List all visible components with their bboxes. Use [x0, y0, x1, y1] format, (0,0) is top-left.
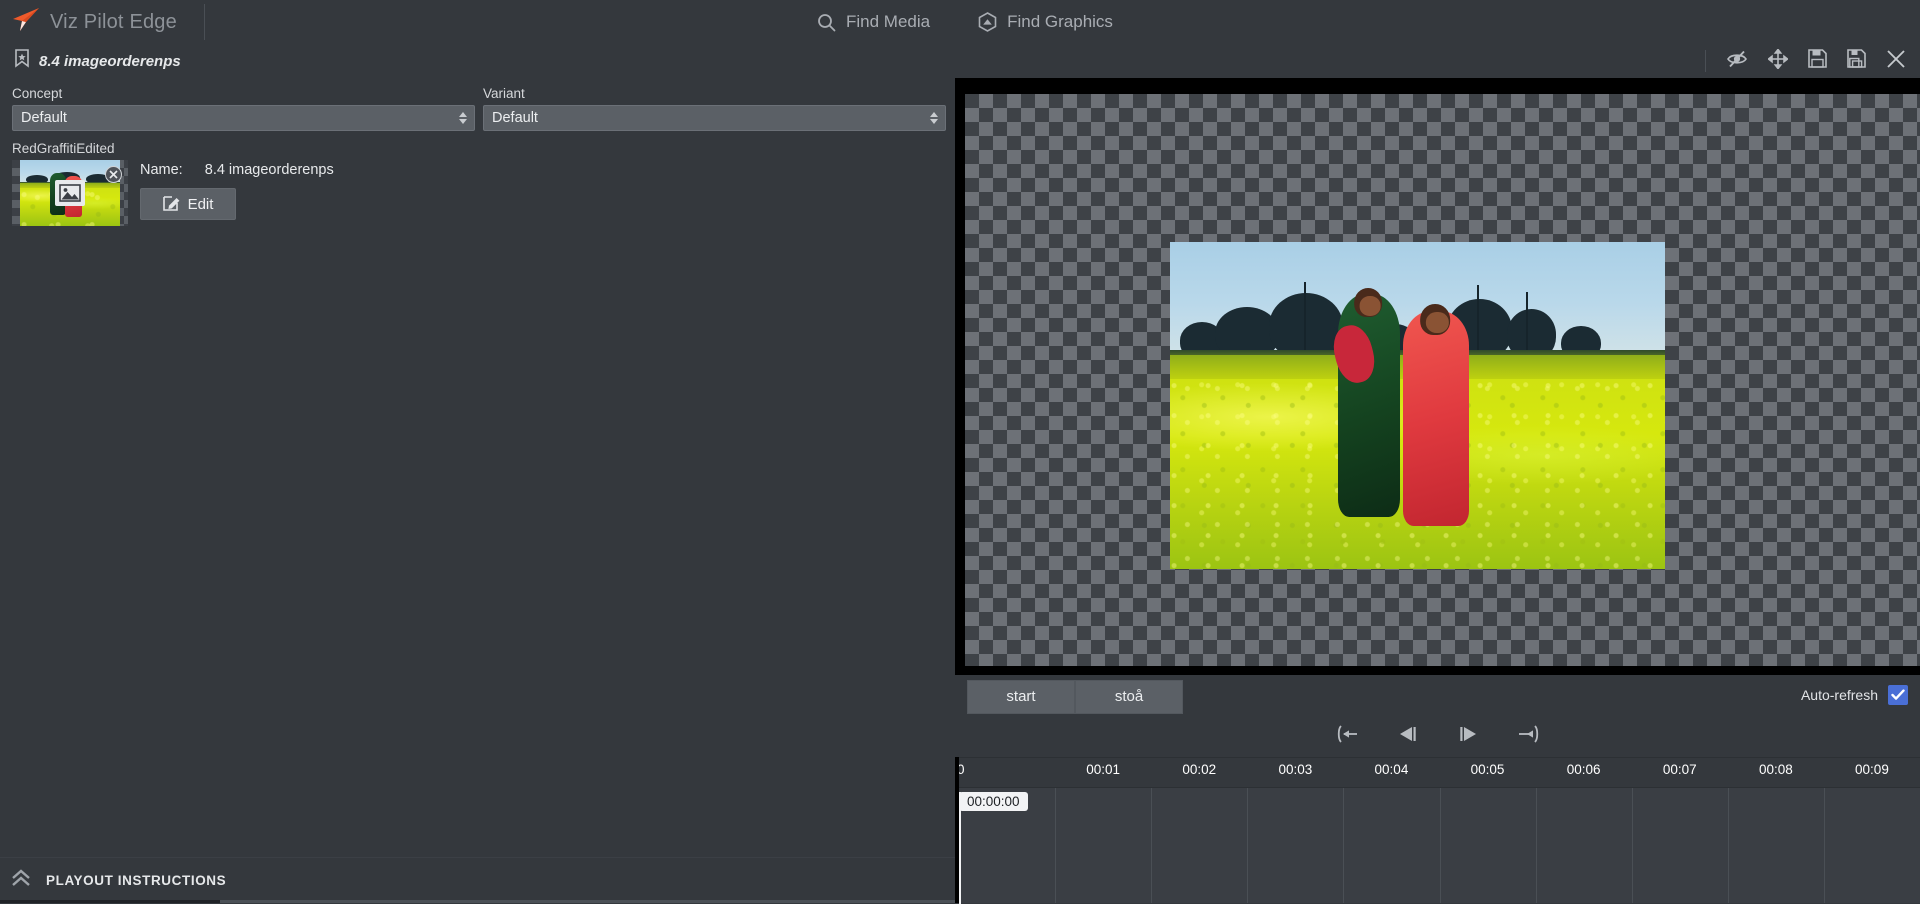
- concept-value: Default: [21, 110, 67, 126]
- bookmark-flag-icon: [14, 49, 30, 73]
- timeline-gridline: [1535, 788, 1537, 903]
- timeline-tick: 00:01: [1086, 762, 1121, 777]
- nav-find-graphics-label: Find Graphics: [1007, 12, 1113, 31]
- stop-button[interactable]: stoå: [1075, 679, 1183, 714]
- step-back-icon: [1397, 725, 1419, 748]
- step-backward-button[interactable]: [1397, 725, 1419, 748]
- timeline-gridline: [1055, 788, 1057, 903]
- edit-button-label: Edit: [187, 195, 214, 213]
- auto-refresh-checkbox[interactable]: [1888, 685, 1908, 705]
- timeline-left-edge: [955, 757, 959, 903]
- figure-red-saree: [1402, 310, 1470, 527]
- toolbar-divider: [1705, 50, 1706, 72]
- floppy-save-icon: [1808, 49, 1827, 73]
- concept-variant-row: Concept Default Variant Default: [0, 78, 955, 131]
- concept-select[interactable]: Default: [12, 105, 475, 131]
- close-button[interactable]: [1886, 49, 1906, 74]
- nav-items: Find Media Find Graphics: [817, 12, 1113, 32]
- jump-to-start-button[interactable]: [1335, 724, 1359, 748]
- media-name-line: Name: 8.4 imageorderenps: [140, 162, 334, 178]
- chevron-updown-icon: [459, 112, 467, 124]
- remove-media-button[interactable]: [105, 166, 122, 183]
- chevron-updown-icon: [930, 112, 938, 124]
- media-component-label: RedGraffitiEdited: [12, 141, 115, 156]
- start-button[interactable]: start: [967, 679, 1075, 714]
- document-bar: 8.4 imageorderenps: [0, 44, 1920, 78]
- playout-instructions-section[interactable]: PLAYOUT INSTRUCTIONS: [0, 857, 955, 903]
- app-title: Viz Pilot Edge: [50, 10, 177, 33]
- preview-image: [1170, 242, 1665, 569]
- variant-value: Default: [492, 110, 538, 126]
- jump-end-icon: [1517, 724, 1541, 748]
- paper-plane-icon: [10, 7, 40, 38]
- media-row: Name: 8.4 imageorderenps Edit: [12, 160, 955, 226]
- timeline-gridline: [1631, 788, 1633, 903]
- close-x-icon: [1886, 49, 1906, 74]
- app-brand[interactable]: Viz Pilot Edge: [0, 0, 200, 44]
- timeline-gridline: [1823, 788, 1825, 903]
- timeline-gridline: [1343, 788, 1345, 903]
- timeline-gridline: [1727, 788, 1729, 903]
- media-thumbnail-wrap[interactable]: [12, 160, 128, 226]
- floppy-save-as-icon: [1847, 49, 1866, 73]
- image-icon: [55, 180, 85, 206]
- jump-start-icon: [1335, 724, 1359, 748]
- pencil-edit-icon: [162, 193, 181, 215]
- auto-refresh-label: Auto-refresh: [1800, 687, 1878, 703]
- step-forward-icon: [1457, 725, 1479, 748]
- save-button[interactable]: [1808, 49, 1827, 73]
- hexagon-cube-icon: [978, 12, 997, 32]
- media-component: RedGraffitiEdited Name: 8.4 imageorderen…: [0, 131, 955, 226]
- variant-select[interactable]: Default: [483, 105, 946, 131]
- move-button[interactable]: [1767, 47, 1789, 74]
- timeline-track-area[interactable]: 00:00:00: [955, 787, 1920, 904]
- auto-refresh-control: Auto-refresh: [1801, 685, 1920, 705]
- form-panel: Concept Default Variant Default RedGraff…: [0, 78, 955, 903]
- edit-button[interactable]: Edit: [140, 188, 236, 220]
- concept-field: Concept Default: [12, 86, 475, 131]
- nav-find-media-label: Find Media: [846, 12, 931, 31]
- eye-off-icon: [1726, 50, 1748, 73]
- transport-controls: [955, 715, 1920, 757]
- jump-to-end-button[interactable]: [1517, 724, 1541, 748]
- preview-panel: start stoå Auto-refresh 0 00:01 00:02 00…: [955, 78, 1920, 904]
- media-name-label: Name:: [140, 162, 183, 178]
- variant-field: Variant Default: [483, 86, 946, 131]
- figure-green-saree: [1328, 294, 1401, 517]
- variant-label: Variant: [483, 86, 525, 101]
- move-arrows-icon: [1767, 47, 1789, 74]
- timeline-tick: 00:04: [1374, 762, 1409, 777]
- document-toolbar: [1705, 44, 1920, 78]
- document-identity: 8.4 imageorderenps: [0, 49, 181, 73]
- step-forward-button[interactable]: [1457, 725, 1479, 748]
- document-name: 8.4 imageorderenps: [39, 52, 181, 70]
- chevron-double-up-icon: [10, 868, 32, 893]
- timeline-tick: 00:02: [1182, 762, 1217, 777]
- timeline-tick: 00:07: [1662, 762, 1697, 777]
- timeline-tick: 00:09: [1855, 762, 1889, 777]
- search-icon: [817, 13, 836, 32]
- media-details: Name: 8.4 imageorderenps Edit: [140, 160, 334, 220]
- nav-find-graphics[interactable]: Find Graphics: [978, 12, 1113, 32]
- timeline-tick: 00:08: [1758, 762, 1793, 777]
- timeline-tick: 00:03: [1278, 762, 1313, 777]
- timeline-gridline: [1247, 788, 1249, 903]
- timeline-tick: 00:06: [1566, 762, 1601, 777]
- toggle-preview-button[interactable]: [1726, 50, 1748, 73]
- concept-label: Concept: [12, 86, 63, 101]
- preview-stage: [955, 78, 1920, 675]
- playout-instructions-title: PLAYOUT INSTRUCTIONS: [46, 873, 227, 888]
- player-controls-bar: start stoå Auto-refresh: [955, 675, 1920, 715]
- save-as-button[interactable]: [1847, 49, 1866, 73]
- media-name-value: 8.4 imageorderenps: [204, 162, 334, 178]
- brand-divider: [204, 4, 205, 40]
- timeline-tick: 00:05: [1470, 762, 1505, 777]
- playhead-timecode[interactable]: 00:00:00: [959, 792, 1028, 811]
- timeline-gridline: [1439, 788, 1441, 903]
- timeline-gridline: [1151, 788, 1153, 903]
- timeline-ruler[interactable]: 0 00:01 00:02 00:03 00:04 00:05 00:06 00:07 00:0…: [955, 757, 1920, 787]
- nav-find-media[interactable]: Find Media: [817, 12, 930, 32]
- top-navigation-bar: Viz Pilot Edge Find Media Find Graphics: [0, 0, 1920, 44]
